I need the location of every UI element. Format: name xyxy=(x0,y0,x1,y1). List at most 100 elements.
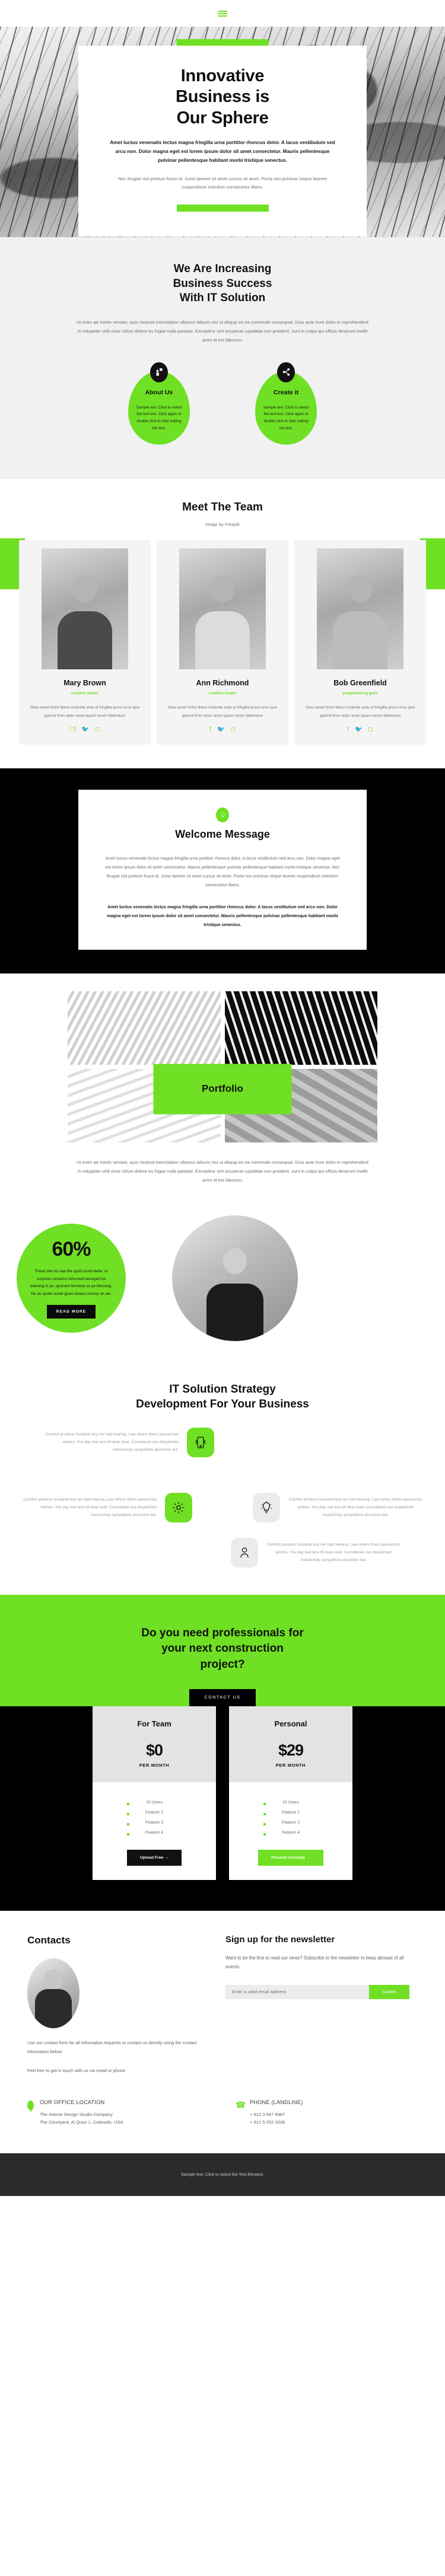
hero-title-line-1: Innovative xyxy=(180,66,265,85)
welcome-title: Welcome Message xyxy=(175,828,270,840)
site-footer: Sample text. Click to select the Text El… xyxy=(0,2153,445,2197)
hero-cta-button[interactable] xyxy=(176,204,269,212)
facebook-icon[interactable]: f xyxy=(209,726,211,733)
gear-icon xyxy=(165,1492,192,1522)
avatar xyxy=(317,548,403,670)
portfolio-image[interactable] xyxy=(224,991,377,1065)
plan-price: $29 xyxy=(278,1741,304,1760)
burger-line xyxy=(218,12,227,14)
pricing-section: For Team $0 PER MONTH 15 Users Feature 2… xyxy=(0,1706,445,1911)
read-more-button[interactable]: READ MORE xyxy=(46,1305,96,1319)
strategy-feature-text: Comfort produce husband boy her had hear… xyxy=(45,1432,179,1453)
portfolio-copy: Ut enim ad minim veniam, quis nostrud ex… xyxy=(76,1159,369,1183)
team-card[interactable]: Mary Brown creative leader Glavi amet ri… xyxy=(19,540,151,745)
layers-icon xyxy=(150,362,168,382)
office-address-line-2: The Courtyard, Al Quoz 1, Colorado, USA xyxy=(40,2119,123,2125)
blob-card-about-us[interactable]: About Us Sample text. Click to select th… xyxy=(128,362,190,445)
twitter-icon[interactable]: 🐦 xyxy=(217,726,224,733)
increase-title-line-1: We Are Increasing xyxy=(173,263,272,275)
blob-title: About Us xyxy=(145,388,173,396)
instagram-icon[interactable]: ◻ xyxy=(230,726,235,733)
email-field[interactable] xyxy=(225,1984,369,1999)
user-icon xyxy=(231,1537,258,1568)
blob-text: Sample text. Click to select the text bo… xyxy=(263,405,309,431)
stats-portrait-image xyxy=(172,1215,298,1342)
lightbulb-icon xyxy=(216,807,229,822)
hero-sub-paragraph: Nec feugiat nisl pretium fusce id. Justo… xyxy=(118,175,327,190)
phone-line-1[interactable]: + 912 3 567 8987 xyxy=(250,2112,285,2117)
strategy-feature-text: Comfort produce husband boy her had hear… xyxy=(23,1497,157,1518)
facebook-icon[interactable]: f xyxy=(347,726,349,733)
burger-line xyxy=(218,15,227,17)
team-card[interactable]: Bob Greenfield programming guru Glavi am… xyxy=(294,540,426,745)
pricing-plan-for-team: For Team $0 PER MONTH 15 Users Feature 2… xyxy=(93,1706,216,1881)
contacts-paragraph-1: Use our contact form for all information… xyxy=(27,2040,197,2054)
team-member-bio: Glavi amet ritnisl libero molestie ante … xyxy=(167,706,278,718)
plan-header: For Team $0 PER MONTH xyxy=(93,1706,216,1783)
strategy-title-line-2: Development For Your Business xyxy=(136,1397,309,1410)
pricing-plan-list: For Team $0 PER MONTH 15 Users Feature 2… xyxy=(0,1706,445,1881)
newsletter-copy: Want to be the first to read our news? S… xyxy=(225,1955,404,1970)
increase-blob-group: About Us Sample text. Click to select th… xyxy=(0,362,445,445)
plan-period: PER MONTH xyxy=(139,1763,170,1769)
increase-copy: Ut enim ad minim veniam, quis nostrud ex… xyxy=(76,320,369,343)
instagram-icon[interactable]: ◻ xyxy=(368,726,373,733)
map-pin-icon xyxy=(27,2100,34,2109)
hero-title-line-3: Our Sphere xyxy=(176,108,269,127)
plan-cta-button[interactable]: Proceed Annually → xyxy=(258,1850,323,1866)
increase-section: We Are Increasing Business Success With … xyxy=(0,237,445,479)
strategy-feature-row: Comfort produce husband boy her had hear… xyxy=(44,1427,401,1457)
blob-text: Sample text. Click to select the text bo… xyxy=(136,405,182,431)
contacts-section: Contacts Use our contact form for all in… xyxy=(0,1911,445,2154)
plan-cta-button[interactable]: Upload Free → xyxy=(127,1850,182,1866)
office-location-block: OUR OFFICE LOCATION The Interior Design … xyxy=(27,2099,209,2127)
team-image-credit: Image by Freepik xyxy=(205,522,240,528)
stat-percent: 60% xyxy=(52,1238,91,1261)
page-title: Innovative Business is Our Sphere xyxy=(106,66,339,129)
list-item: Feature 4 xyxy=(93,1828,216,1838)
portfolio-image[interactable] xyxy=(68,991,221,1065)
strategy-feature-row: Comfort produce husband boy her had hear… xyxy=(253,1492,422,1522)
strategy-feature-row: Comfort produce husband boy her had hear… xyxy=(44,1537,401,1568)
cta-title-line-2: your next construction xyxy=(161,1642,284,1655)
team-card[interactable]: Ann Richmond creative leader Glavi amet … xyxy=(157,540,288,745)
site-header xyxy=(0,0,445,27)
increase-title: We Are Increasing Business Success With … xyxy=(0,262,445,306)
landing-page: Innovative Business is Our Sphere Amet l… xyxy=(0,0,445,2197)
welcome-card: Welcome Message Amet luctus venenatis le… xyxy=(78,789,367,950)
hamburger-menu-icon[interactable] xyxy=(218,10,227,17)
contact-us-button[interactable]: CONTACT US xyxy=(189,1689,256,1707)
stat-copy: Timed she his law the spoil round defer.… xyxy=(30,1269,112,1296)
list-item: 15 Users xyxy=(229,1798,352,1808)
increase-title-line-2: Business Success xyxy=(173,277,272,290)
twitter-icon[interactable]: 🐦 xyxy=(355,726,362,733)
contacts-left-column: Contacts Use our contact form for all in… xyxy=(27,1935,199,2075)
social-links: f 🐦 ◻ xyxy=(305,726,415,733)
hero-accent-tab xyxy=(176,39,269,46)
avatar xyxy=(42,548,128,670)
team-member-role: creative leader xyxy=(208,691,237,696)
stat-circle: 60% Timed she his law the spoil round de… xyxy=(17,1224,126,1333)
facebook-icon[interactable]: f xyxy=(69,726,75,733)
cta-title: Do you need professionals for your next … xyxy=(0,1626,445,1673)
team-card-list: Mary Brown creative leader Glavi amet ri… xyxy=(0,540,445,745)
blob-card-create-it[interactable]: Create it Sample text. Click to select t… xyxy=(255,362,317,445)
plan-name: For Team xyxy=(137,1719,171,1729)
team-member-role: creative leader xyxy=(71,691,99,696)
strategy-feature-text: Comfort produce husband boy her had hear… xyxy=(288,1497,422,1518)
team-member-name: Bob Greenfield xyxy=(333,679,387,688)
phone-line-2[interactable]: + 912 5 252 3336 xyxy=(250,2119,285,2125)
submit-button[interactable]: Submit xyxy=(369,1984,409,1999)
phone-icon: ☎ xyxy=(236,2099,246,2109)
list-item: 15 Users xyxy=(93,1798,216,1808)
team-member-bio: Glavi amet ritnisl libero molestie ante … xyxy=(30,706,140,718)
cta-title-line-1: Do you need professionals for xyxy=(141,1626,304,1639)
contacts-top-row: Contacts Use our contact form for all in… xyxy=(27,1935,418,2075)
contacts-paragraph-2: Feel free to get in touch with us via em… xyxy=(27,2068,126,2074)
office-address-line-1: The Interior Design Studio Company xyxy=(40,2111,113,2117)
welcome-paragraph-2: Amet luctus venenatis lectus magna fring… xyxy=(107,904,338,928)
list-item: Feature 2 xyxy=(93,1808,216,1818)
instagram-icon[interactable]: ◻ xyxy=(95,726,100,733)
twitter-icon[interactable]: 🐦 xyxy=(82,726,89,733)
list-item: Feature 4 xyxy=(229,1828,352,1838)
